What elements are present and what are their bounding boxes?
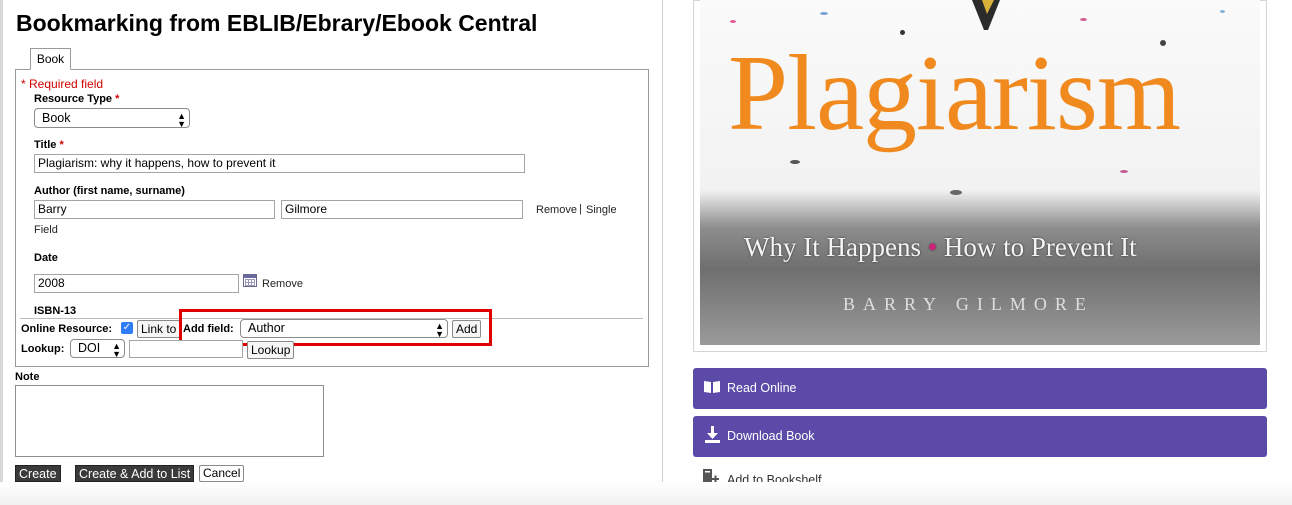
cover-author: BARRY GILMORE — [843, 294, 1094, 314]
cover-subtitle-separator: • — [927, 232, 938, 262]
panel-divider — [662, 0, 663, 505]
link-separator: | — [579, 203, 582, 215]
create-button[interactable]: Create — [15, 465, 61, 482]
cancel-button[interactable]: Cancel — [199, 465, 245, 482]
note-label: Note — [15, 371, 40, 383]
author-single-field-link-cont[interactable]: Field — [34, 224, 58, 236]
required-mark: * — [59, 139, 64, 151]
date-label: Date — [34, 252, 58, 264]
lookup-type-select[interactable]: DOI ▲ ▼ — [70, 339, 125, 358]
lookup-input[interactable] — [129, 340, 243, 358]
cover-subtitle-part1: Why It Happens — [744, 232, 921, 262]
tab-book[interactable]: Book — [30, 48, 71, 70]
resource-type-label-text: Resource Type — [34, 93, 113, 105]
note-textarea[interactable] — [15, 385, 324, 457]
pen-illustration — [972, 0, 1000, 30]
resource-type-select[interactable]: Book ▲ ▼ — [34, 108, 190, 128]
online-resource-label: Online Resource: — [21, 323, 113, 335]
download-book-button[interactable]: Download Book — [693, 416, 1267, 457]
lookup-button[interactable]: Lookup — [247, 341, 295, 359]
bookmark-form-panel: Bookmarking from EBLIB/Ebrary/Ebook Cent… — [0, 0, 663, 505]
online-resource-checkbox[interactable]: ✓ — [121, 322, 133, 334]
calendar-icon[interactable] — [243, 274, 257, 287]
download-book-label: Download Book — [727, 429, 815, 443]
lookup-type-value: DOI — [78, 341, 101, 355]
isbn-label: ISBN-13 — [34, 305, 77, 317]
resource-type-label: Resource Type * — [34, 93, 119, 105]
required-field-note: * Required field — [21, 77, 104, 91]
select-arrows-icon: ▲ ▼ — [177, 111, 186, 128]
page-title: Bookmarking from EBLIB/Ebrary/Ebook Cent… — [16, 10, 538, 36]
lookup-label: Lookup: — [21, 343, 65, 355]
author-surname-input[interactable]: Gilmore — [281, 200, 523, 219]
link-to-button[interactable]: Link to — [137, 320, 181, 338]
panel-edge — [0, 0, 3, 505]
book-cover-image: Plagiarism Why It Happens • How to Preve… — [700, 0, 1260, 345]
title-label-text: Title — [34, 139, 57, 151]
read-online-label: Read Online — [727, 381, 797, 395]
download-icon — [705, 426, 720, 443]
cover-title: Plagiarism — [728, 34, 1181, 153]
cover-subtitle: Why It Happens • How to Prevent It — [744, 232, 1137, 263]
title-label: Title * — [34, 139, 64, 151]
bottom-fade — [0, 482, 1292, 505]
author-single-field-link[interactable]: Single — [586, 204, 617, 216]
date-remove-link[interactable]: Remove — [262, 278, 303, 290]
select-arrows-icon: ▲ ▼ — [112, 341, 121, 358]
author-label: Author (first name, surname) — [34, 185, 185, 197]
required-mark: * — [115, 93, 120, 105]
open-book-icon — [704, 381, 720, 393]
read-online-button[interactable]: Read Online — [693, 368, 1267, 409]
cover-subtitle-part2: How to Prevent It — [943, 232, 1137, 262]
author-remove-link[interactable]: Remove — [536, 204, 577, 216]
date-input[interactable]: 2008 — [34, 274, 239, 293]
title-input[interactable]: Plagiarism: why it happens, how to preve… — [34, 154, 525, 173]
resource-type-value: Book — [42, 111, 71, 125]
author-first-name-input[interactable]: Barry — [34, 200, 275, 219]
create-add-to-list-button[interactable]: Create & Add to List — [75, 465, 195, 482]
